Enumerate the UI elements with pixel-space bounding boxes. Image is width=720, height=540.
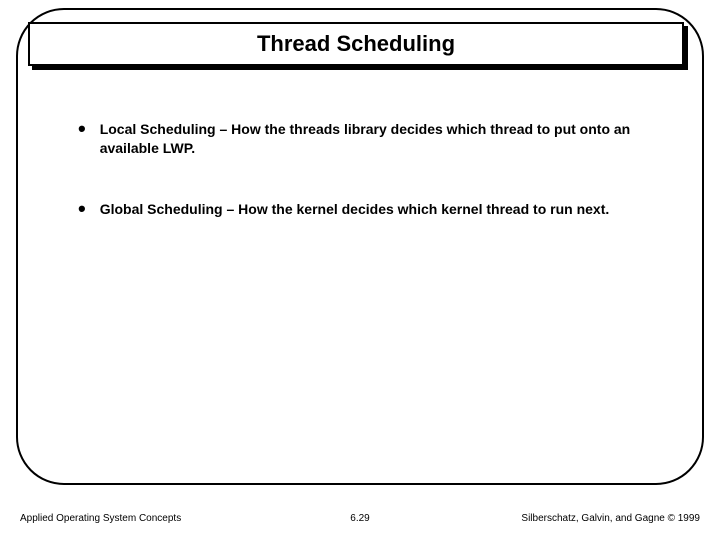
slide-content: • Local Scheduling – How the threads lib…	[78, 120, 660, 261]
bullet-text: Global Scheduling – How the kernel decid…	[100, 200, 610, 219]
bullet-dot-icon: •	[78, 202, 86, 216]
footer-left: Applied Operating System Concepts	[20, 513, 181, 524]
slide-title: Thread Scheduling	[257, 31, 455, 57]
bullet-dot-icon: •	[78, 122, 86, 136]
bullet-item: • Global Scheduling – How the kernel dec…	[78, 200, 660, 219]
footer-right: Silberschatz, Galvin, and Gagne © 1999	[521, 513, 700, 524]
slide: Thread Scheduling • Local Scheduling – H…	[0, 0, 720, 540]
bullet-text: Local Scheduling – How the threads libra…	[100, 120, 660, 158]
bullet-item: • Local Scheduling – How the threads lib…	[78, 120, 660, 158]
slide-footer: Applied Operating System Concepts 6.29 S…	[20, 513, 700, 524]
title-box: Thread Scheduling	[28, 22, 684, 66]
